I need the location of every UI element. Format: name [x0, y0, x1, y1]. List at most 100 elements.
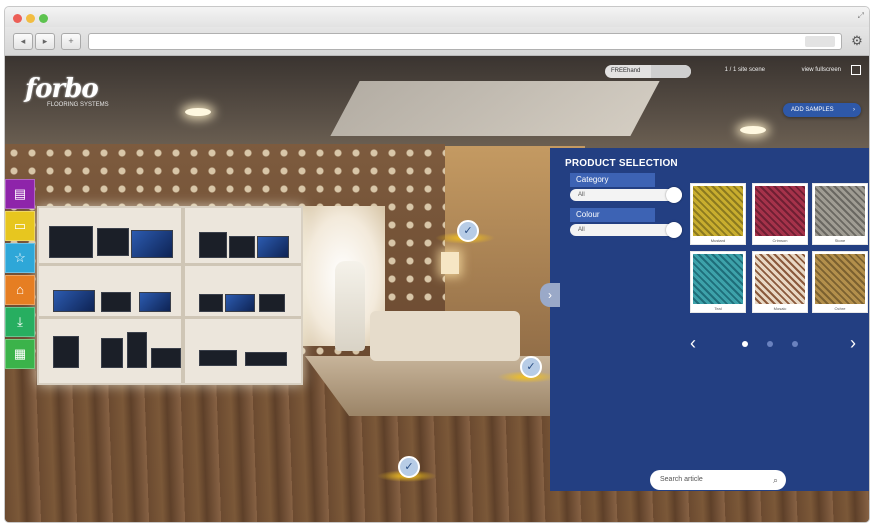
search-article-input[interactable]: Search article ⌕: [650, 470, 786, 490]
tv-screen: [225, 294, 255, 312]
reader-button[interactable]: [805, 36, 835, 47]
swatch-name: Mosaic: [773, 306, 787, 311]
fullscreen-link[interactable]: view fullscreen: [802, 67, 841, 73]
chevron-right-icon: ›: [853, 107, 855, 113]
close-window-button[interactable]: [13, 14, 22, 23]
tv-screen: [229, 236, 255, 258]
next-page-button[interactable]: ›: [850, 333, 856, 353]
tv-screen: [199, 294, 223, 312]
swatch-crimson[interactable]: Crimson: [752, 183, 808, 245]
folder-icon: ▭: [13, 218, 27, 233]
document-icon: ▤: [13, 186, 27, 201]
speaker: [101, 338, 123, 368]
swatch-name: Ochre: [834, 306, 846, 311]
colour-toggle[interactable]: [666, 222, 682, 238]
swatch-texture: [693, 254, 743, 304]
search-icon[interactable]: ⌕: [773, 470, 778, 490]
ceiling-light: [740, 126, 766, 134]
scene-viewport[interactable]: ✓ ✓ ✓ forbo FLOORING SYSTEMS FREEhand 1 …: [5, 56, 869, 522]
freehand-label: FREEhand: [611, 68, 641, 74]
forward-button[interactable]: ▸: [35, 33, 55, 50]
freehand-search-pill[interactable]: FREEhand: [605, 65, 691, 78]
scene-counter-link[interactable]: 1 / 1 site scene: [725, 67, 765, 73]
swatch-texture: [815, 186, 865, 236]
zoom-window-button[interactable]: [39, 14, 48, 23]
tv-screen: [259, 294, 285, 312]
floor-lamp: [441, 252, 459, 274]
category-label: Category: [570, 173, 655, 187]
address-bar[interactable]: [88, 33, 842, 50]
category-toggle[interactable]: [666, 187, 682, 203]
tv-display-cabinet: [37, 206, 303, 385]
colour-label: Colour: [570, 208, 655, 222]
page-dot[interactable]: [792, 341, 798, 347]
ceiling-light: [185, 108, 211, 116]
product-selection-panel: › PRODUCT SELECTION Category All Colour …: [540, 148, 869, 491]
left-toolbar: ▤ ▭ ☆ ⌂ ⤓ ▦: [5, 179, 35, 379]
brand-logo[interactable]: forbo FLOORING SYSTEMS: [25, 74, 109, 108]
grid-icon: ▦: [13, 346, 27, 361]
grid-button[interactable]: ▦: [5, 339, 35, 369]
browser-window: ⤢ ◂ ▸ + ⚙ ✓ ✓ ✓ forbo FLOORING SYSTEMS F…: [4, 6, 870, 523]
add-samples-button[interactable]: ADD SAMPLES ›: [783, 103, 861, 117]
title-bar: ⤢: [5, 7, 869, 27]
swatch-name: Crimson: [772, 238, 788, 243]
browser-toolbar: ◂ ▸ + ⚙: [5, 27, 869, 56]
logo-tagline: FLOORING SYSTEMS: [47, 102, 109, 108]
hotspot-icon[interactable]: ✓: [457, 220, 479, 242]
hotspot-icon[interactable]: ✓: [520, 356, 542, 378]
home-button[interactable]: ⌂: [5, 275, 35, 305]
folder-button[interactable]: ▭: [5, 211, 35, 241]
home-icon: ⌂: [16, 282, 24, 297]
tv-screen: [49, 226, 93, 258]
swatch-name: Teal: [714, 306, 722, 311]
category-select[interactable]: All: [570, 187, 682, 203]
plant-vase: [335, 261, 365, 351]
document-button[interactable]: ▤: [5, 179, 35, 209]
expand-icon[interactable]: ⤢: [858, 11, 864, 21]
collapse-panel-button[interactable]: ›: [540, 283, 560, 307]
fullscreen-icon[interactable]: [851, 65, 861, 75]
panel-title: PRODUCT SELECTION: [565, 158, 678, 169]
minimize-window-button[interactable]: [26, 14, 35, 23]
av-receiver: [151, 348, 181, 368]
pill-toggle[interactable]: [651, 65, 691, 78]
page-dot[interactable]: [742, 341, 748, 347]
category-value: All: [578, 192, 585, 198]
search-placeholder: Search article: [660, 476, 703, 483]
star-icon: ☆: [14, 250, 26, 265]
logo-wordmark: forbo: [25, 74, 99, 104]
colour-value: All: [578, 227, 585, 233]
favorite-button[interactable]: ☆: [5, 243, 35, 273]
new-tab-button[interactable]: +: [61, 33, 81, 50]
swatch-texture: [755, 254, 805, 304]
swatch-texture: [693, 186, 743, 236]
hotspot-icon[interactable]: ✓: [398, 456, 420, 478]
page-dot[interactable]: [767, 341, 773, 347]
swatch-mustard[interactable]: Mustard: [690, 183, 746, 245]
tv-screen: [97, 228, 129, 256]
swatch-mosaic[interactable]: Mosaic: [752, 251, 808, 313]
speaker: [53, 336, 79, 368]
back-button[interactable]: ◂: [13, 33, 33, 50]
top-controls: FREEhand 1 / 1 site scene view fullscree…: [601, 65, 861, 117]
ceiling-beam: [330, 81, 660, 136]
gear-icon[interactable]: ⚙: [848, 31, 866, 50]
swatch-texture: [815, 254, 865, 304]
swatch-stone[interactable]: Stone: [812, 183, 868, 245]
speaker: [127, 332, 147, 368]
swatch-ochre[interactable]: Ochre: [812, 251, 868, 313]
swatch-name: Mustard: [710, 238, 726, 243]
tv-screen: [101, 292, 131, 312]
download-button[interactable]: ⤓: [5, 307, 35, 337]
swatch-teal[interactable]: Teal: [690, 251, 746, 313]
tv-screen: [139, 292, 171, 312]
swatch-pager: ‹ ›: [685, 333, 865, 355]
cabinet-divider: [181, 208, 185, 383]
av-receiver: [199, 350, 237, 366]
colour-select[interactable]: All: [570, 222, 682, 238]
previous-page-button[interactable]: ‹: [690, 333, 696, 353]
download-icon: ⤓: [17, 314, 23, 329]
av-receiver: [245, 352, 287, 366]
sofa: [370, 311, 520, 361]
